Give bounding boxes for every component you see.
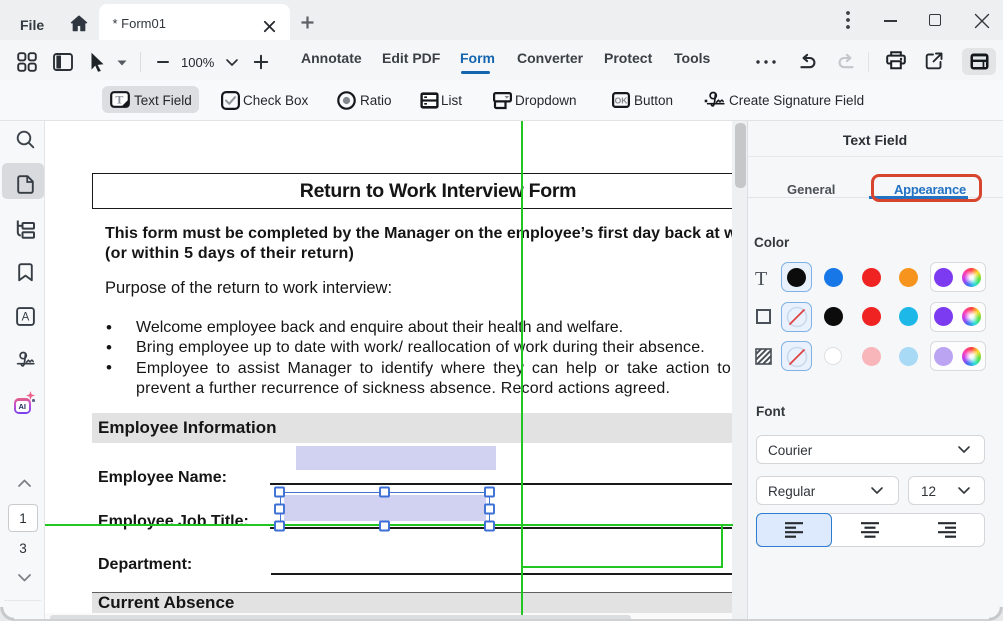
svg-text:OK: OK: [615, 96, 629, 106]
svg-text:T: T: [115, 93, 123, 107]
svg-text:A: A: [22, 311, 30, 323]
